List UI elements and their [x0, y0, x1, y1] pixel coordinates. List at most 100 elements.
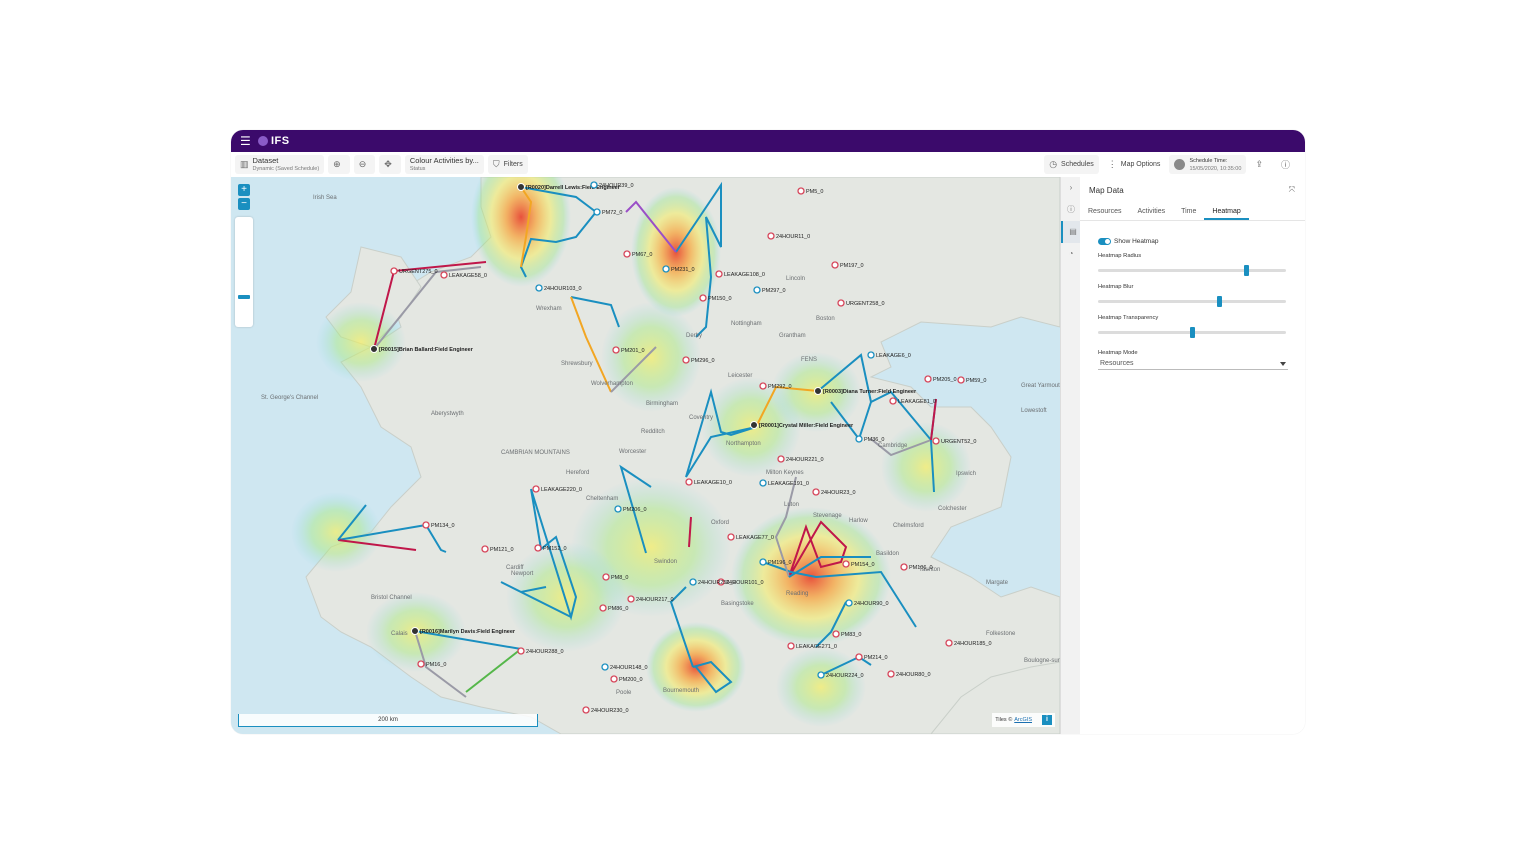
activity-marker[interactable] [832, 630, 840, 638]
resource-label: [R0016]Marilyn Davis:Field Engineer [420, 629, 516, 635]
activity-marker[interactable] [689, 578, 697, 586]
history-rail-icon[interactable]: ◔ [1061, 243, 1081, 265]
activity-marker[interactable] [831, 261, 839, 269]
activity-marker[interactable] [627, 595, 635, 603]
activity-marker[interactable] [767, 232, 775, 240]
activity-marker[interactable] [685, 478, 693, 486]
activity-marker[interactable] [601, 663, 609, 671]
activity-marker[interactable] [534, 544, 542, 552]
activity-marker[interactable] [855, 435, 863, 443]
activity-marker[interactable] [887, 670, 895, 678]
tab-time[interactable]: Time [1173, 208, 1204, 220]
chart-icon: ▥ [240, 159, 249, 169]
activity-marker[interactable] [417, 660, 425, 668]
activity-marker[interactable] [845, 599, 853, 607]
activity-marker[interactable] [602, 573, 610, 581]
zoom-slider[interactable] [235, 217, 253, 327]
map-options-button[interactable]: ⋮ Map Options [1103, 155, 1166, 174]
activity-marker[interactable] [682, 356, 690, 364]
tab-heatmap[interactable]: Heatmap [1204, 208, 1249, 220]
activity-marker[interactable] [614, 505, 622, 513]
heatmap-blur-slider[interactable] [1098, 296, 1286, 307]
menu-icon[interactable]: ☰ [240, 135, 251, 147]
resource-marker[interactable] [750, 421, 758, 429]
map-place-label: CAMBRIAN MOUNTAINS [501, 450, 570, 456]
activity-marker[interactable] [759, 382, 767, 390]
activity-marker[interactable] [842, 560, 850, 568]
map-svg[interactable]: Irish Sea St. George's Channel Aberystwyth… [231, 177, 1060, 734]
activity-marker[interactable] [440, 271, 448, 279]
map-place-label: Cambridge [878, 443, 908, 449]
activity-marker[interactable] [889, 397, 897, 405]
heatmap-blur-thumb[interactable] [1216, 296, 1222, 307]
activity-marker[interactable] [812, 488, 820, 496]
activity-marker[interactable] [777, 455, 785, 463]
activity-marker[interactable] [727, 533, 735, 541]
activity-marker[interactable] [787, 642, 795, 650]
heatmap-mode-select[interactable]: Resources [1098, 358, 1288, 370]
activity-marker[interactable] [932, 437, 940, 445]
zoom-in-button[interactable]: ⊕ [328, 155, 350, 174]
activity-marker[interactable] [837, 299, 845, 307]
activity-marker[interactable] [753, 286, 761, 294]
export-button[interactable]: ⇪ [1250, 155, 1272, 174]
resource-marker[interactable] [411, 627, 419, 635]
activity-marker[interactable] [623, 250, 631, 258]
activity-marker[interactable] [817, 671, 825, 679]
collapse-panel-icon[interactable]: › [1061, 177, 1081, 199]
activity-marker[interactable] [422, 521, 430, 529]
schedules-button[interactable]: ◷ Schedules [1044, 155, 1099, 174]
filters-button[interactable]: ⛉ Filters [487, 155, 528, 174]
show-heatmap-toggle[interactable]: Show Heatmap [1098, 238, 1305, 245]
activity-marker[interactable] [759, 558, 767, 566]
activity-marker[interactable] [797, 187, 805, 195]
activity-marker[interactable] [612, 346, 620, 354]
info-icon[interactable]: i [1042, 715, 1052, 725]
map-canvas[interactable]: Irish Sea St. George's Channel Aberystwyth… [231, 177, 1060, 734]
schedule-time[interactable]: Schedule Time: 15/05/2020, 10:35:00 [1169, 155, 1247, 174]
fit-extent-button[interactable]: ✥ [379, 155, 401, 174]
activity-marker[interactable] [590, 181, 598, 189]
activity-marker[interactable] [599, 604, 607, 612]
heatmap-transparency-slider[interactable] [1098, 327, 1286, 338]
heatmap-radius-slider[interactable] [1098, 265, 1286, 276]
attribution-link[interactable]: ArcGIS [1014, 717, 1032, 723]
toggle-switch[interactable] [1098, 238, 1111, 245]
activity-marker[interactable] [957, 376, 965, 384]
activity-marker[interactable] [945, 639, 953, 647]
tab-activities[interactable]: Activities [1129, 208, 1173, 220]
activity-marker[interactable] [593, 208, 601, 216]
activity-marker[interactable] [900, 563, 908, 571]
activity-marker[interactable] [715, 270, 723, 278]
activity-marker[interactable] [535, 284, 543, 292]
map-place-label: Hereford [566, 470, 589, 476]
activity-marker[interactable] [481, 545, 489, 553]
colour-activities-selector[interactable]: Colour Activities by... Status [404, 155, 484, 174]
dataset-selector[interactable]: ▥ Dataset Dynamic (Saved Schedule) [235, 155, 325, 174]
activity-marker[interactable] [662, 265, 670, 273]
info-rail-icon[interactable]: ⓘ [1061, 199, 1081, 221]
activity-marker[interactable] [532, 485, 540, 493]
zoom-out-button[interactable]: ⊖ [353, 155, 376, 174]
activity-marker[interactable] [855, 653, 863, 661]
zoom-slider-thumb[interactable] [238, 295, 250, 299]
activity-marker[interactable] [582, 706, 590, 714]
map-zoom-out-button[interactable]: − [238, 198, 250, 210]
activity-marker[interactable] [390, 267, 398, 275]
resource-marker[interactable] [814, 387, 822, 395]
heatmap-radius-thumb[interactable] [1244, 265, 1250, 276]
expand-panel-icon[interactable]: ⤧ [1289, 185, 1295, 195]
resource-marker[interactable] [370, 345, 378, 353]
help-button[interactable]: ⓘ [1276, 155, 1299, 174]
heatmap-transparency-thumb[interactable] [1189, 327, 1195, 338]
tab-resources[interactable]: Resources [1080, 208, 1129, 220]
activity-label: PM205_0 [933, 377, 957, 383]
activity-marker[interactable] [517, 647, 525, 655]
activity-marker[interactable] [924, 375, 932, 383]
activity-marker[interactable] [699, 294, 707, 302]
resource-marker[interactable] [517, 183, 525, 191]
map-zoom-in-button[interactable]: + [238, 184, 250, 196]
activity-marker[interactable] [867, 351, 875, 359]
activity-marker[interactable] [759, 479, 767, 487]
activity-marker[interactable] [610, 675, 618, 683]
